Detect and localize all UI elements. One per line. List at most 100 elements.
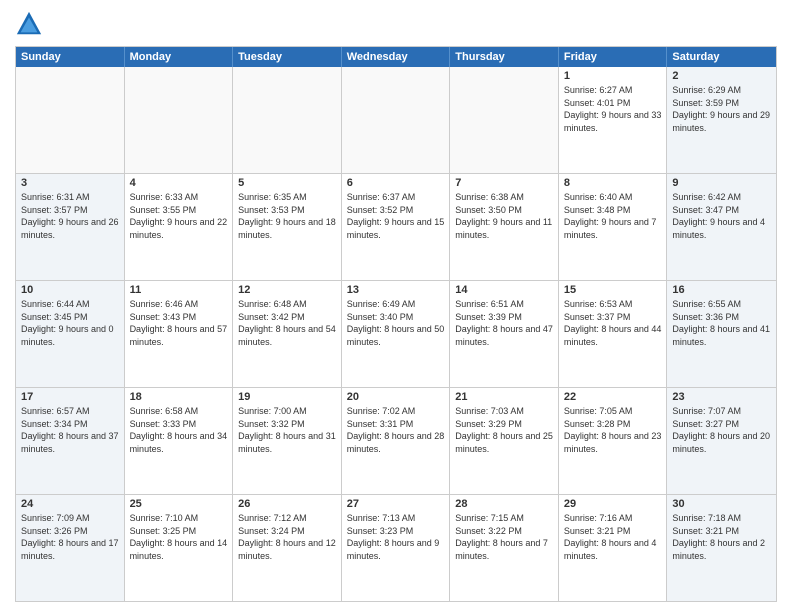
- calendar-cell: 22 Sunrise: 7:05 AM Sunset: 3:28 PM Dayli…: [559, 388, 668, 494]
- calendar-cell: 11 Sunrise: 6:46 AM Sunset: 3:43 PM Dayli…: [125, 281, 234, 387]
- calendar-cell: 17Sunrise: 6:57 AM Sunset: 3:34 PM Dayli…: [16, 388, 125, 494]
- calendar-cell: 15 Sunrise: 6:53 AM Sunset: 3:37 PM Dayli…: [559, 281, 668, 387]
- page: SundayMondayTuesdayWednesdayThursdayFrid…: [0, 0, 792, 612]
- calendar-row-2: 10 Sunrise: 6:44 AM Sunset: 3:45 PM Dayli…: [16, 281, 776, 388]
- calendar-cell: 18 Sunrise: 6:58 AM Sunset: 3:33 PM Dayli…: [125, 388, 234, 494]
- calendar-cell: [342, 67, 451, 173]
- cell-info: Sunrise: 6:51 AM Sunset: 3:39 PM Dayligh…: [455, 298, 553, 348]
- cell-info: Sunrise: 6:53 AM Sunset: 3:37 PM Dayligh…: [564, 298, 662, 348]
- calendar-cell: 20 Sunrise: 7:02 AM Sunset: 3:31 PM Dayli…: [342, 388, 451, 494]
- cell-info: Sunrise: 6:40 AM Sunset: 3:48 PM Dayligh…: [564, 191, 662, 241]
- calendar-cell: 16Sunrise: 6:55 AM Sunset: 3:36 PM Dayli…: [667, 281, 776, 387]
- cell-info: Sunrise: 7:10 AM Sunset: 3:25 PM Dayligh…: [130, 512, 228, 562]
- cell-info: Sunrise: 6:37 AM Sunset: 3:52 PM Dayligh…: [347, 191, 445, 241]
- calendar-row-4: 24 Sunrise: 7:09 AM Sunset: 3:26 PM Dayli…: [16, 495, 776, 601]
- calendar-cell: 24 Sunrise: 7:09 AM Sunset: 3:26 PM Dayli…: [16, 495, 125, 601]
- cell-info: Sunrise: 6:29 AM Sunset: 3:59 PM Dayligh…: [672, 84, 771, 134]
- calendar-cell: 27Sunrise: 7:13 AM Sunset: 3:23 PM Dayli…: [342, 495, 451, 601]
- cell-info: Sunrise: 7:16 AM Sunset: 3:21 PM Dayligh…: [564, 512, 662, 562]
- calendar-body: 1 Sunrise: 6:27 AM Sunset: 4:01 PM Daylig…: [16, 67, 776, 601]
- calendar-cell: 26Sunrise: 7:12 AM Sunset: 3:24 PM Dayli…: [233, 495, 342, 601]
- day-number: 2: [672, 70, 771, 82]
- cell-info: Sunrise: 7:03 AM Sunset: 3:29 PM Dayligh…: [455, 405, 553, 455]
- calendar: SundayMondayTuesdayWednesdayThursdayFrid…: [15, 46, 777, 602]
- cell-info: Sunrise: 6:27 AM Sunset: 4:01 PM Dayligh…: [564, 84, 662, 134]
- day-number: 21: [455, 391, 553, 403]
- cell-info: Sunrise: 6:49 AM Sunset: 3:40 PM Dayligh…: [347, 298, 445, 348]
- cell-info: Sunrise: 6:58 AM Sunset: 3:33 PM Dayligh…: [130, 405, 228, 455]
- logo-icon: [15, 10, 43, 38]
- day-number: 11: [130, 284, 228, 296]
- day-number: 3: [21, 177, 119, 189]
- calendar-cell: 1 Sunrise: 6:27 AM Sunset: 4:01 PM Daylig…: [559, 67, 668, 173]
- cell-info: Sunrise: 6:46 AM Sunset: 3:43 PM Dayligh…: [130, 298, 228, 348]
- calendar-cell: 9Sunrise: 6:42 AM Sunset: 3:47 PM Daylig…: [667, 174, 776, 280]
- header-day-tuesday: Tuesday: [233, 47, 342, 67]
- header-day-friday: Friday: [559, 47, 668, 67]
- cell-info: Sunrise: 7:15 AM Sunset: 3:22 PM Dayligh…: [455, 512, 553, 562]
- day-number: 27: [347, 498, 445, 510]
- day-number: 14: [455, 284, 553, 296]
- day-number: 13: [347, 284, 445, 296]
- calendar-cell: 7Sunrise: 6:38 AM Sunset: 3:50 PM Daylig…: [450, 174, 559, 280]
- calendar-cell: 6 Sunrise: 6:37 AM Sunset: 3:52 PM Daylig…: [342, 174, 451, 280]
- cell-info: Sunrise: 7:05 AM Sunset: 3:28 PM Dayligh…: [564, 405, 662, 455]
- calendar-cell: 21 Sunrise: 7:03 AM Sunset: 3:29 PM Dayli…: [450, 388, 559, 494]
- calendar-row-3: 17Sunrise: 6:57 AM Sunset: 3:34 PM Dayli…: [16, 388, 776, 495]
- day-number: 29: [564, 498, 662, 510]
- calendar-cell: [16, 67, 125, 173]
- day-number: 19: [238, 391, 336, 403]
- day-number: 5: [238, 177, 336, 189]
- day-number: 8: [564, 177, 662, 189]
- header-day-sunday: Sunday: [16, 47, 125, 67]
- cell-info: Sunrise: 6:44 AM Sunset: 3:45 PM Dayligh…: [21, 298, 119, 348]
- day-number: 4: [130, 177, 228, 189]
- day-number: 10: [21, 284, 119, 296]
- calendar-cell: 5Sunrise: 6:35 AM Sunset: 3:53 PM Daylig…: [233, 174, 342, 280]
- logo: [15, 10, 47, 38]
- calendar-cell: 3 Sunrise: 6:31 AM Sunset: 3:57 PM Daylig…: [16, 174, 125, 280]
- calendar-cell: [125, 67, 234, 173]
- cell-info: Sunrise: 6:38 AM Sunset: 3:50 PM Dayligh…: [455, 191, 553, 241]
- cell-info: Sunrise: 6:55 AM Sunset: 3:36 PM Dayligh…: [672, 298, 771, 348]
- calendar-cell: 13 Sunrise: 6:49 AM Sunset: 3:40 PM Dayli…: [342, 281, 451, 387]
- calendar-cell: [233, 67, 342, 173]
- header-day-saturday: Saturday: [667, 47, 776, 67]
- calendar-cell: 2 Sunrise: 6:29 AM Sunset: 3:59 PM Daylig…: [667, 67, 776, 173]
- day-number: 22: [564, 391, 662, 403]
- calendar-row-1: 3 Sunrise: 6:31 AM Sunset: 3:57 PM Daylig…: [16, 174, 776, 281]
- header-day-wednesday: Wednesday: [342, 47, 451, 67]
- calendar-cell: 8 Sunrise: 6:40 AM Sunset: 3:48 PM Daylig…: [559, 174, 668, 280]
- calendar-header: SundayMondayTuesdayWednesdayThursdayFrid…: [16, 47, 776, 67]
- cell-info: Sunrise: 6:57 AM Sunset: 3:34 PM Dayligh…: [21, 405, 119, 455]
- day-number: 6: [347, 177, 445, 189]
- header-day-thursday: Thursday: [450, 47, 559, 67]
- calendar-cell: 4Sunrise: 6:33 AM Sunset: 3:55 PM Daylig…: [125, 174, 234, 280]
- calendar-cell: 30 Sunrise: 7:18 AM Sunset: 3:21 PM Dayli…: [667, 495, 776, 601]
- day-number: 1: [564, 70, 662, 82]
- day-number: 9: [672, 177, 771, 189]
- day-number: 30: [672, 498, 771, 510]
- cell-info: Sunrise: 6:31 AM Sunset: 3:57 PM Dayligh…: [21, 191, 119, 241]
- calendar-cell: 23Sunrise: 7:07 AM Sunset: 3:27 PM Dayli…: [667, 388, 776, 494]
- day-number: 20: [347, 391, 445, 403]
- cell-info: Sunrise: 7:02 AM Sunset: 3:31 PM Dayligh…: [347, 405, 445, 455]
- day-number: 15: [564, 284, 662, 296]
- cell-info: Sunrise: 7:18 AM Sunset: 3:21 PM Dayligh…: [672, 512, 771, 562]
- calendar-cell: 19 Sunrise: 7:00 AM Sunset: 3:32 PM Dayli…: [233, 388, 342, 494]
- header-day-monday: Monday: [125, 47, 234, 67]
- calendar-cell: 14 Sunrise: 6:51 AM Sunset: 3:39 PM Dayli…: [450, 281, 559, 387]
- calendar-cell: [450, 67, 559, 173]
- day-number: 18: [130, 391, 228, 403]
- header: [15, 10, 777, 38]
- cell-info: Sunrise: 7:09 AM Sunset: 3:26 PM Dayligh…: [21, 512, 119, 562]
- cell-info: Sunrise: 7:00 AM Sunset: 3:32 PM Dayligh…: [238, 405, 336, 455]
- day-number: 24: [21, 498, 119, 510]
- calendar-row-0: 1 Sunrise: 6:27 AM Sunset: 4:01 PM Daylig…: [16, 67, 776, 174]
- calendar-cell: 12Sunrise: 6:48 AM Sunset: 3:42 PM Dayli…: [233, 281, 342, 387]
- calendar-cell: 25 Sunrise: 7:10 AM Sunset: 3:25 PM Dayli…: [125, 495, 234, 601]
- calendar-cell: 29 Sunrise: 7:16 AM Sunset: 3:21 PM Dayli…: [559, 495, 668, 601]
- day-number: 23: [672, 391, 771, 403]
- cell-info: Sunrise: 6:48 AM Sunset: 3:42 PM Dayligh…: [238, 298, 336, 348]
- day-number: 25: [130, 498, 228, 510]
